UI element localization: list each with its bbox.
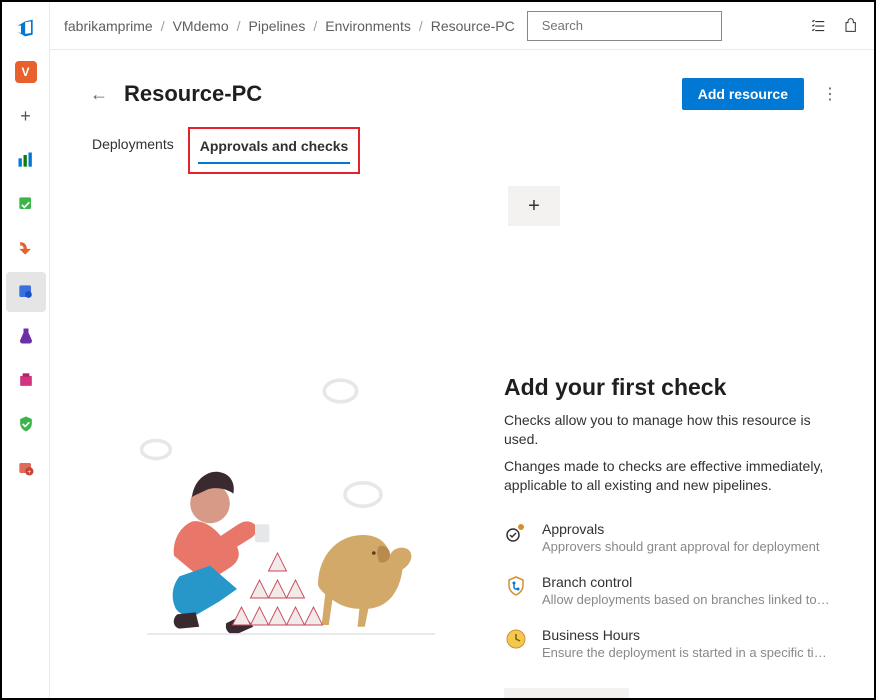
nav-store-icon[interactable]: +	[6, 448, 46, 488]
tab-deployments[interactable]: Deployments	[90, 130, 176, 166]
nav-add[interactable]: +	[6, 96, 46, 136]
nav-repos-icon[interactable]	[6, 184, 46, 224]
empty-state-illustration	[90, 186, 474, 698]
nav-boards-icon[interactable]	[6, 140, 46, 180]
add-check-button[interactable]: +	[508, 186, 560, 226]
check-title: Approvals	[542, 521, 820, 537]
topbar: fabrikamprime / VMdemo / Pipelines / Env…	[50, 2, 874, 50]
breadcrumb: fabrikamprime / VMdemo / Pipelines / Env…	[64, 18, 515, 34]
nav-pipelines-icon[interactable]	[6, 228, 46, 268]
clock-icon	[504, 627, 528, 651]
hero-line2: Changes made to checks are effective imm…	[504, 457, 844, 495]
title-row: ← Resource-PC Add resource ⋮	[90, 78, 844, 110]
svg-text:+: +	[27, 469, 31, 476]
check-branch-control[interactable]: Branch control Allow deployments based o…	[504, 574, 844, 607]
left-nav: V + +	[2, 2, 50, 698]
nav-artifacts-icon[interactable]	[6, 360, 46, 400]
content: ← Resource-PC Add resource ⋮ Deployments…	[50, 50, 874, 698]
branch-shield-icon	[504, 574, 528, 598]
check-business-hours[interactable]: Business Hours Ensure the deployment is …	[504, 627, 844, 660]
crumb-project[interactable]: VMdemo	[173, 18, 229, 34]
approvals-icon	[504, 521, 528, 545]
add-resource-button[interactable]: Add resource	[682, 78, 804, 110]
search-input[interactable]	[542, 18, 718, 33]
crumb-section[interactable]: Environments	[325, 18, 411, 34]
plus-icon: +	[528, 195, 540, 218]
check-approvals[interactable]: Approvals Approvers should grant approva…	[504, 521, 844, 554]
azure-devops-logo-icon[interactable]	[6, 8, 46, 48]
back-arrow-icon[interactable]: ←	[90, 84, 108, 105]
first-check-panel: + Add your first check Checks allow you …	[504, 186, 844, 698]
page-title: Resource-PC	[124, 81, 262, 107]
nav-environments-icon[interactable]	[6, 272, 46, 312]
hero-heading: Add your first check	[504, 374, 844, 401]
nav-testplans-icon[interactable]	[6, 316, 46, 356]
checks-list: Approvals Approvers should grant approva…	[504, 521, 844, 660]
crumb-org[interactable]: fabrikamprime	[64, 18, 153, 34]
main: fabrikamprime / VMdemo / Pipelines / Env…	[50, 2, 874, 698]
tabs: Deployments Approvals and checks	[90, 130, 844, 166]
check-title: Business Hours	[542, 627, 832, 643]
tab-approvals-and-checks[interactable]: Approvals and checks	[198, 132, 351, 164]
search-box[interactable]	[527, 11, 722, 41]
market-icon[interactable]	[844, 17, 860, 35]
nav-project[interactable]: V	[6, 52, 46, 92]
check-sub: Ensure the deployment is started in a sp…	[542, 645, 832, 660]
overflow-menu-icon[interactable]: ⋮	[816, 84, 844, 104]
check-title: Branch control	[542, 574, 832, 590]
nav-shield-icon[interactable]	[6, 404, 46, 444]
settings-list-icon[interactable]	[810, 17, 828, 35]
check-sub: Approvers should grant approval for depl…	[542, 539, 820, 554]
view-all-checks-button[interactable]: View all checks	[504, 688, 629, 698]
crumb-resource[interactable]: Resource-PC	[431, 18, 515, 34]
check-sub: Allow deployments based on branches link…	[542, 592, 832, 607]
hero-line1: Checks allow you to manage how this reso…	[504, 411, 844, 449]
crumb-area[interactable]: Pipelines	[249, 18, 306, 34]
